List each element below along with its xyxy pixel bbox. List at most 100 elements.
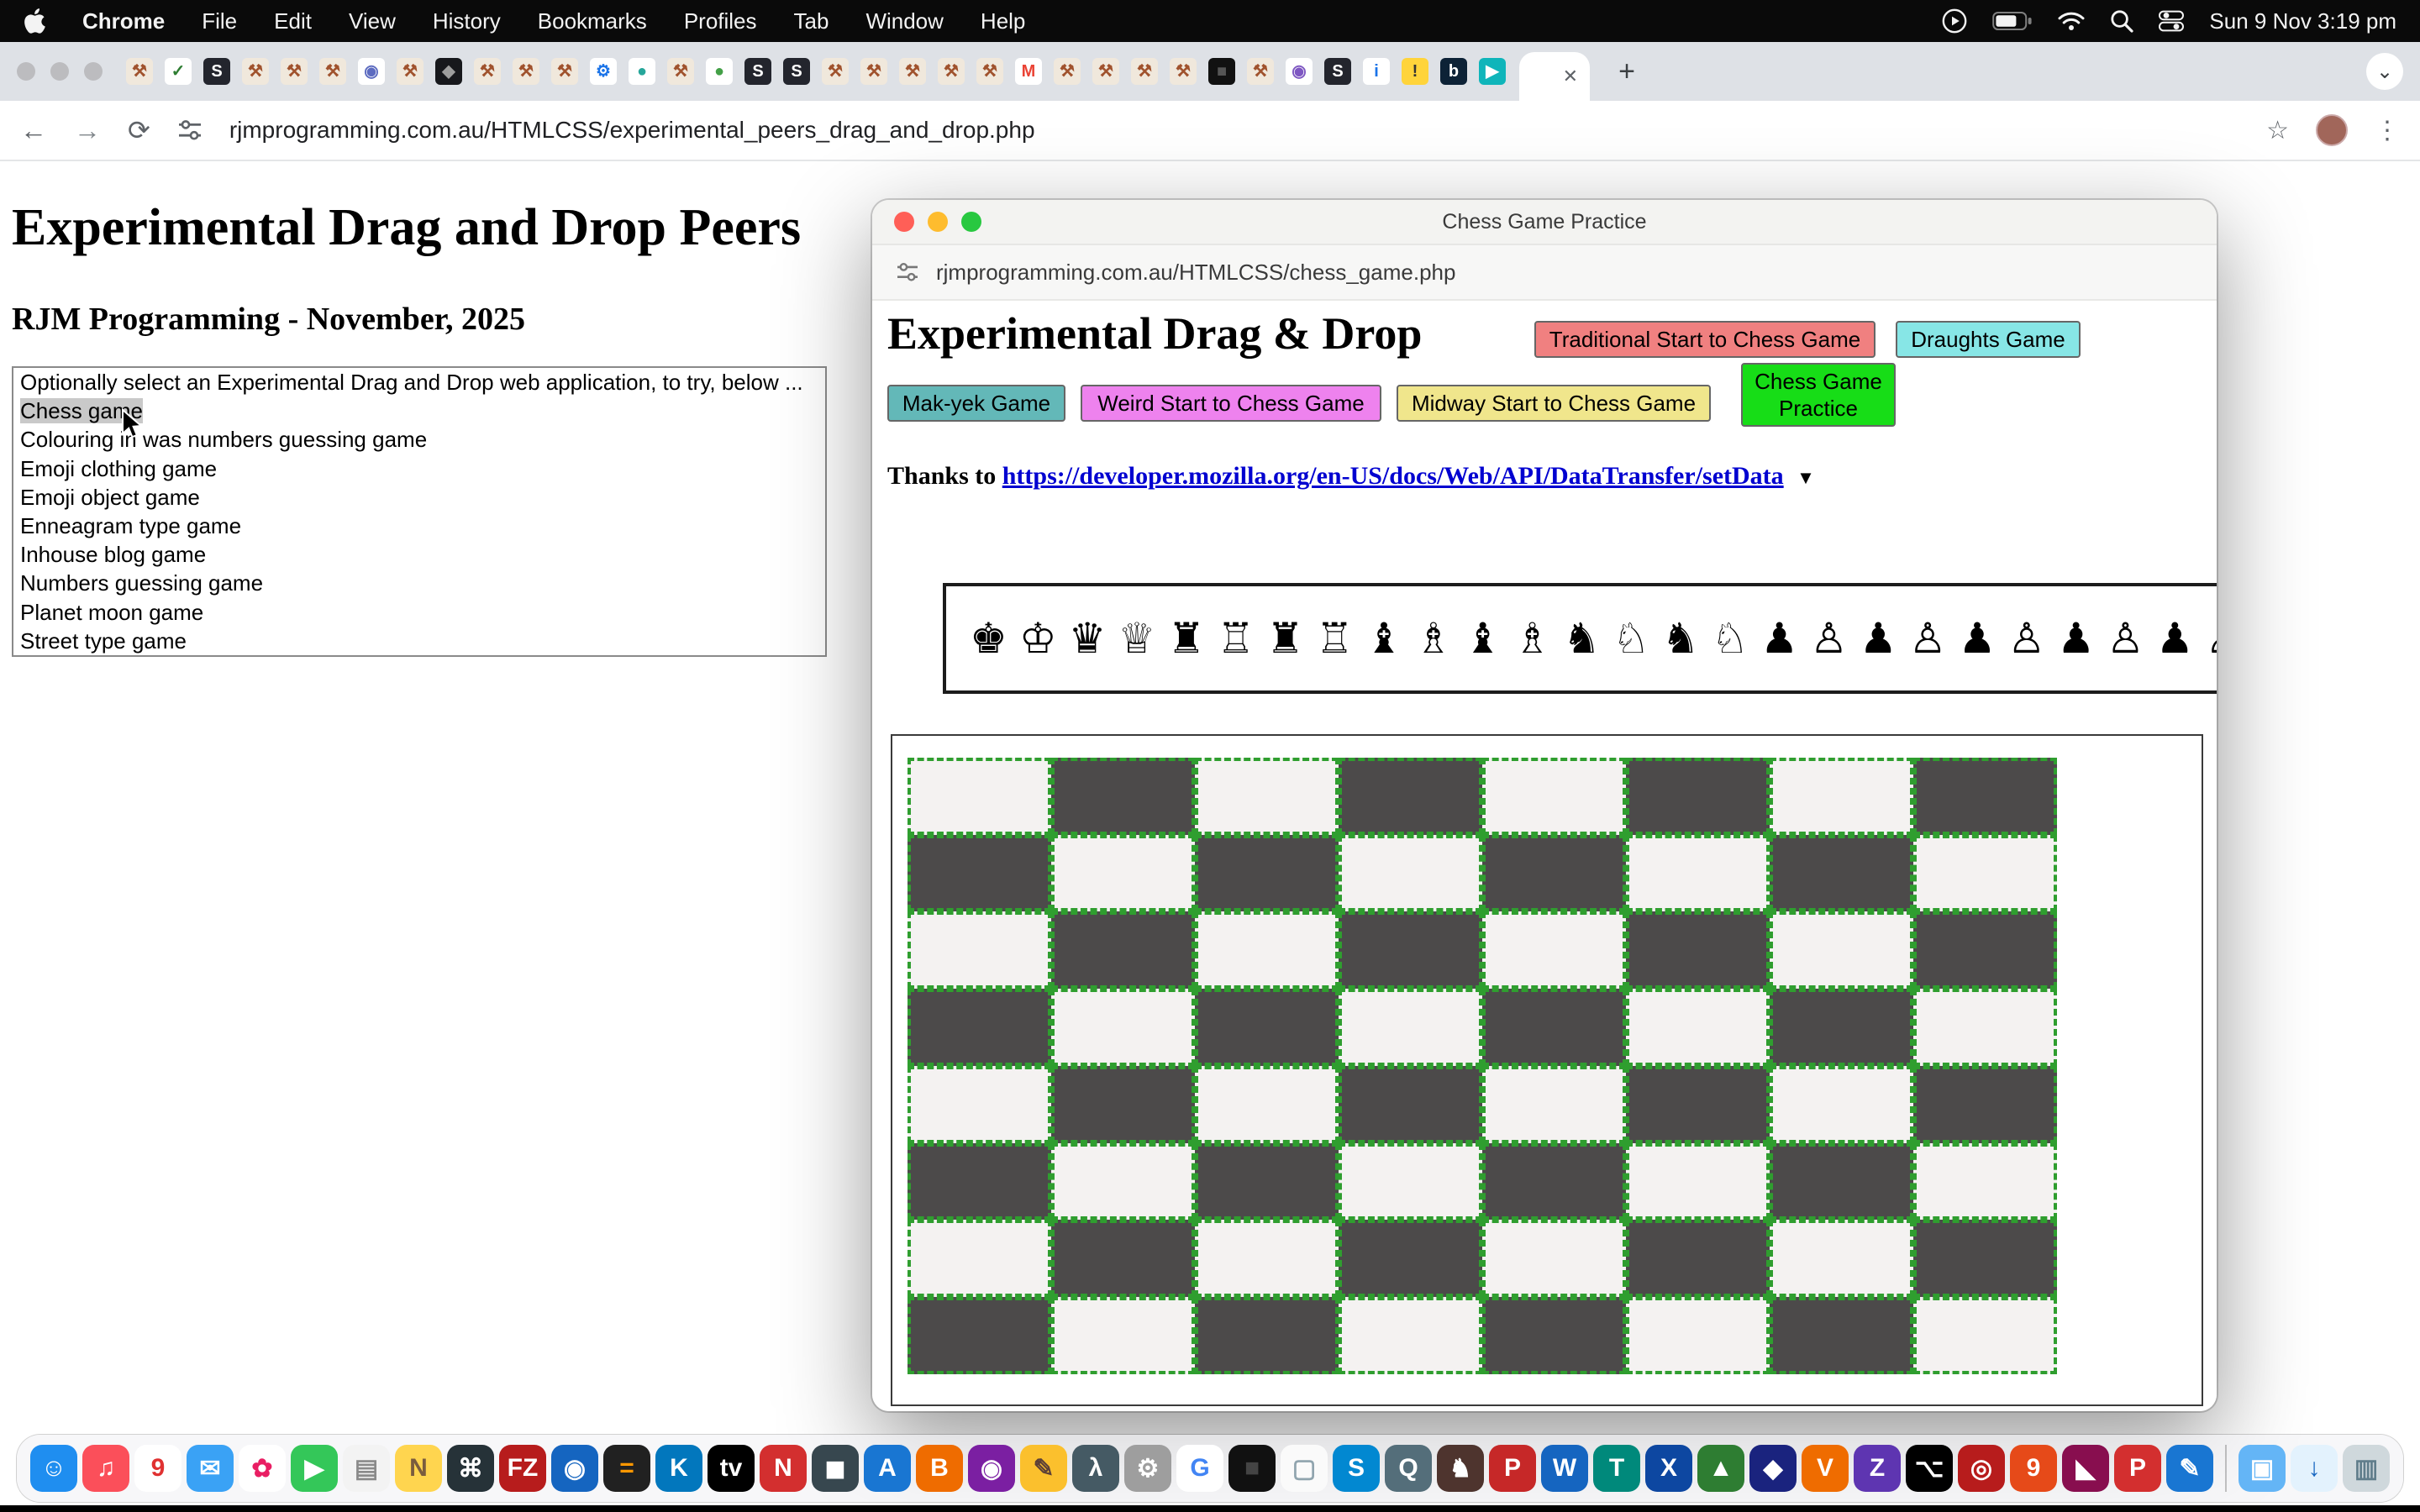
listbox-option[interactable]: Numbers guessing game xyxy=(13,569,825,597)
board-cell[interactable] xyxy=(1626,989,1770,1066)
pinned-tab-favicon[interactable]: b xyxy=(1440,58,1467,85)
pinned-tab-favicon[interactable]: ⚒ xyxy=(860,58,887,85)
menu-history[interactable]: History xyxy=(433,8,501,34)
chess-piece[interactable]: ♙ xyxy=(2107,617,2144,659)
chess-piece[interactable]: ♗ xyxy=(1414,617,1452,659)
pinned-tab-favicon[interactable]: ⚒ xyxy=(513,58,539,85)
dock-app-icon[interactable]: FZ xyxy=(499,1445,546,1492)
dock-app-icon[interactable]: ▲ xyxy=(1697,1445,1744,1492)
board-cell[interactable] xyxy=(1913,1143,2057,1221)
chess-piece[interactable]: ♖ xyxy=(1316,617,1354,659)
dock-app-icon[interactable]: ☺ xyxy=(30,1445,77,1492)
pinned-tab-favicon[interactable]: ⚒ xyxy=(551,58,578,85)
dock-app-icon[interactable]: G xyxy=(1176,1445,1223,1492)
board-cell[interactable] xyxy=(908,1143,1051,1221)
dock-app-icon[interactable]: B xyxy=(916,1445,963,1492)
chess-piece[interactable]: ♜ xyxy=(1266,617,1304,659)
board-cell[interactable] xyxy=(1913,989,2057,1066)
pinned-tab-favicon[interactable]: S xyxy=(744,58,771,85)
dock-app-icon[interactable]: Q xyxy=(1385,1445,1432,1492)
dock-app-icon[interactable]: ◉ xyxy=(551,1445,598,1492)
dock-app-icon[interactable]: ⌘ xyxy=(447,1445,494,1492)
popup-url-text[interactable]: rjmprogramming.com.au/HTMLCSS/chess_game… xyxy=(936,260,1455,286)
board-cell[interactable] xyxy=(1770,1066,1913,1143)
board-cell[interactable] xyxy=(1051,1297,1195,1374)
site-settings-icon[interactable] xyxy=(177,119,203,141)
pinned-tab-favicon[interactable]: ⚒ xyxy=(281,58,308,85)
chess-piece[interactable]: ♘ xyxy=(1711,617,1749,659)
listbox-option[interactable]: Street type game xyxy=(13,627,825,655)
new-tab-button[interactable]: + xyxy=(1607,51,1647,92)
window-close-button[interactable] xyxy=(17,62,35,81)
board-cell[interactable] xyxy=(1770,911,1913,989)
board-cell[interactable] xyxy=(1770,835,1913,912)
board-cell[interactable] xyxy=(1626,1066,1770,1143)
bookmark-star-icon[interactable]: ☆ xyxy=(2266,116,2289,145)
listbox-option[interactable]: Optionally select an Experimental Drag a… xyxy=(13,368,825,396)
board-cell[interactable] xyxy=(908,1297,1051,1374)
board-cell[interactable] xyxy=(1770,1220,1913,1297)
dock-app-icon[interactable]: ♫ xyxy=(82,1445,129,1492)
board-cell[interactable] xyxy=(1339,1220,1482,1297)
board-cell[interactable] xyxy=(1482,835,1626,912)
dock-app-icon[interactable]: 9 xyxy=(2010,1445,2057,1492)
window-controls[interactable] xyxy=(17,62,103,81)
close-tab-icon[interactable]: ✕ xyxy=(1563,66,1578,87)
popup-close-button[interactable] xyxy=(894,212,914,232)
dock-app-icon[interactable]: ▣ xyxy=(2238,1445,2286,1492)
chess-piece[interactable]: ♜ xyxy=(1167,617,1205,659)
chess-piece[interactable]: ♙ xyxy=(2206,617,2217,659)
dock-app-icon[interactable]: ▤ xyxy=(343,1445,390,1492)
board-cell[interactable] xyxy=(1195,911,1339,989)
dock-app-icon[interactable]: ◣ xyxy=(2062,1445,2109,1492)
window-minimize-button[interactable] xyxy=(50,62,69,81)
board-cell[interactable] xyxy=(1051,758,1195,835)
pinned-tab-favicon[interactable]: ● xyxy=(706,58,733,85)
forward-button[interactable]: → xyxy=(74,115,101,146)
chess-piece[interactable]: ♝ xyxy=(1464,617,1502,659)
popup-minimize-button[interactable] xyxy=(928,212,948,232)
board-cell[interactable] xyxy=(1626,758,1770,835)
dock-app-icon[interactable]: ✿ xyxy=(239,1445,286,1492)
button-chess-game-practice[interactable]: Chess Game Practice xyxy=(1741,363,1896,427)
menu-window[interactable]: Window xyxy=(865,8,943,34)
dock-app-icon[interactable]: λ xyxy=(1072,1445,1119,1492)
board-cell[interactable] xyxy=(1051,1220,1195,1297)
pinned-tab-favicon[interactable]: ◉ xyxy=(358,58,385,85)
chess-piece[interactable]: ♙ xyxy=(2007,617,2045,659)
pinned-tab-favicon[interactable]: ⚒ xyxy=(1170,58,1197,85)
board-cell[interactable] xyxy=(1051,1066,1195,1143)
board-cell[interactable] xyxy=(1626,911,1770,989)
chess-piece[interactable]: ♖ xyxy=(1217,617,1255,659)
pinned-tab-favicon[interactable]: ⚒ xyxy=(126,58,153,85)
board-cell[interactable] xyxy=(908,1220,1051,1297)
popup-window-controls[interactable] xyxy=(894,212,981,232)
board-cell[interactable] xyxy=(908,911,1051,989)
menu-edit[interactable]: Edit xyxy=(274,8,312,34)
chess-piece[interactable]: ♟ xyxy=(2057,617,2095,659)
dock-app-icon[interactable]: ✉ xyxy=(187,1445,234,1492)
chess-piece[interactable]: ♞ xyxy=(1662,617,1700,659)
dock-app-icon[interactable]: ◉ xyxy=(968,1445,1015,1492)
board-cell[interactable] xyxy=(1339,758,1482,835)
chess-piece[interactable]: ♟ xyxy=(2156,617,2194,659)
board-cell[interactable] xyxy=(1339,835,1482,912)
board-cell[interactable] xyxy=(1626,1297,1770,1374)
pinned-tab-favicon[interactable]: ⚙ xyxy=(590,58,617,85)
pinned-tab-favicon[interactable]: i xyxy=(1363,58,1390,85)
pinned-tab-favicon[interactable]: ⚒ xyxy=(1054,58,1081,85)
menu-file[interactable]: File xyxy=(202,8,237,34)
chess-piece[interactable]: ♙ xyxy=(1909,617,1947,659)
dock-app-icon[interactable]: ▢ xyxy=(1281,1445,1328,1492)
board-cell[interactable] xyxy=(1195,835,1339,912)
board-cell[interactable] xyxy=(1482,1143,1626,1221)
dock-app-icon[interactable]: ⌥ xyxy=(1906,1445,1953,1492)
board-cell[interactable] xyxy=(1482,989,1626,1066)
pinned-tab-favicon[interactable]: ⚒ xyxy=(474,58,501,85)
board-cell[interactable] xyxy=(1913,1297,2057,1374)
board-cell[interactable] xyxy=(1770,1143,1913,1221)
pinned-tab-favicon[interactable]: ⚒ xyxy=(1092,58,1119,85)
dock-app-icon[interactable]: ▥ xyxy=(2343,1445,2390,1492)
dock-app-icon[interactable]: ◆ xyxy=(1749,1445,1797,1492)
mdn-link[interactable]: https://developer.mozilla.org/en-US/docs… xyxy=(1002,462,1784,490)
